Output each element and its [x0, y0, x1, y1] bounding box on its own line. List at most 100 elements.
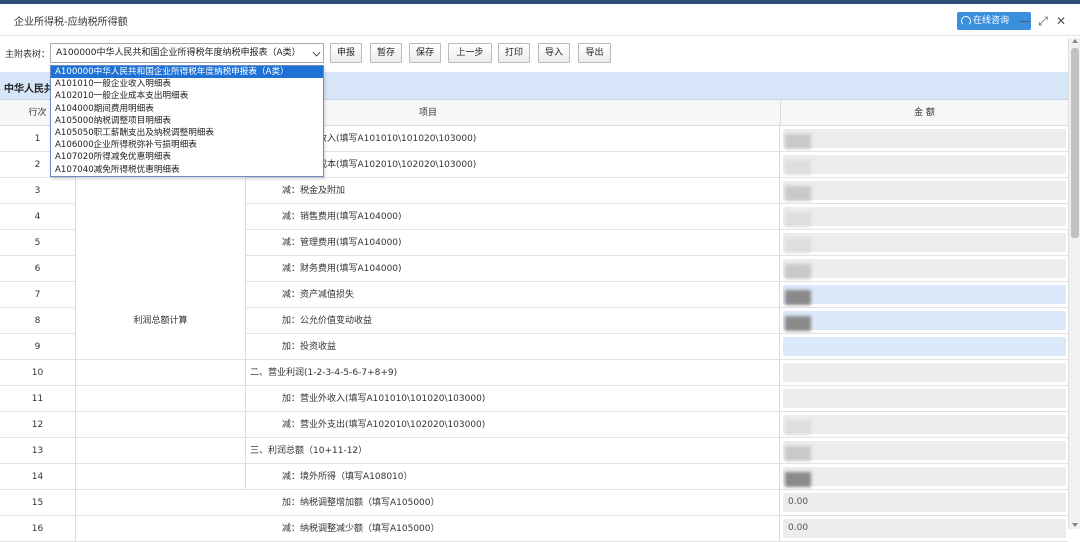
dropdown-option[interactable]: A105050职工薪酬支出及纳税调整明细表 — [51, 127, 323, 139]
row-item-label: 减：管理费用(填写A104000) — [246, 230, 780, 256]
row-number: 11 — [0, 386, 76, 412]
table-row: 15 加：纳税调整增加额（填写A105000） 0.00 — [0, 490, 1068, 516]
row-number: 16 — [0, 516, 76, 542]
row-item-label: 减：纳税调整减少额（填写A105000） — [246, 516, 780, 542]
amount-input[interactable] — [783, 285, 1066, 305]
amount-input[interactable] — [783, 441, 1066, 461]
row-number: 15 — [0, 490, 76, 516]
amount-cell — [781, 308, 1068, 334]
amount-cell — [781, 438, 1068, 464]
dropdown-option[interactable]: A102010一般企业成本支出明细表 — [51, 90, 323, 102]
row-item-label: 减：财务费用(填写A104000) — [246, 256, 780, 282]
row-item-label: 减：营业成本(填写A102010\102020\103000) — [246, 152, 780, 178]
amount-input[interactable] — [783, 233, 1066, 253]
redacted-value — [785, 420, 811, 435]
row-item-label: 加：纳税调整增加额（填写A105000） — [246, 490, 780, 516]
dropdown-option[interactable]: A105000纳税调整项目明细表 — [51, 115, 323, 127]
redacted-value — [785, 290, 811, 305]
amount-cell — [781, 230, 1068, 256]
amount-input[interactable] — [783, 311, 1066, 331]
row-item-label: 二、营业利润(1-2-3-4-5-6-7+8+9) — [246, 360, 780, 386]
dropdown-option[interactable]: A106000企业所得税弥补亏损明细表 — [51, 139, 323, 151]
vertical-scrollbar[interactable] — [1068, 38, 1080, 529]
row-item-label: 三、利润总额（10+11-12） — [246, 438, 780, 464]
amount-cell: 0.00 — [781, 516, 1068, 542]
row-item-label: 减：资产减值损失 — [246, 282, 780, 308]
amount-cell — [781, 334, 1068, 360]
amount-input[interactable] — [783, 155, 1066, 175]
row-number: 8 — [0, 308, 76, 334]
table-tree-selected: A100000中华人民共和国企业所得税年度纳税申报表（A类） — [56, 48, 301, 58]
amount-cell: 0.00 — [781, 490, 1068, 516]
redacted-value — [785, 446, 811, 461]
row-item-label: 加：营业外收入(填写A101010\101020\103000) — [246, 386, 780, 412]
amount-input[interactable] — [783, 207, 1066, 227]
scroll-down-icon[interactable] — [1072, 523, 1078, 527]
export-button[interactable]: 导出 — [578, 43, 611, 63]
table-tree-dropdown: A100000中华人民共和国企业所得税年度纳税申报表（A类） A101010一般… — [50, 65, 324, 177]
row-number: 13 — [0, 438, 76, 464]
row-number: 9 — [0, 334, 76, 360]
row-number: 7 — [0, 282, 76, 308]
window-title: 企业所得税-应纳税所得额 — [14, 17, 128, 28]
redacted-value — [785, 238, 811, 253]
group-label: 利润总额计算 — [133, 316, 188, 326]
dropdown-option[interactable]: A107040减免所得税优惠明细表 — [51, 164, 323, 176]
scrollbar-thumb[interactable] — [1071, 48, 1079, 238]
amount-cell — [781, 178, 1068, 204]
amount-input[interactable] — [783, 337, 1066, 356]
restore-icon[interactable]: ⤢ — [1036, 14, 1050, 28]
row-number: 3 — [0, 178, 76, 204]
amount-input[interactable] — [783, 129, 1066, 149]
window-titlebar: 企业所得税-应纳税所得额 在线咨询 — ⤢ ✕ — [0, 4, 1080, 36]
row-item-label: 加：投资收益 — [246, 334, 780, 360]
minimize-icon[interactable]: — — [1018, 14, 1032, 28]
amount-input[interactable] — [783, 415, 1066, 435]
dropdown-option[interactable]: A104000期间费用明细表 — [51, 103, 323, 115]
amount-cell — [781, 256, 1068, 282]
redacted-value — [785, 212, 811, 227]
dropdown-option[interactable]: A107020所得减免优惠明细表 — [51, 151, 323, 163]
amount-cell — [781, 152, 1068, 178]
temp-save-button[interactable]: 暂存 — [370, 43, 402, 63]
dropdown-option[interactable]: A100000中华人民共和国企业所得税年度纳税申报表（A类） — [51, 66, 323, 79]
previous-step-button[interactable]: 上一步 — [448, 43, 492, 63]
headset-icon — [961, 16, 971, 26]
online-consult-label: 在线咨询 — [973, 16, 1010, 26]
row-number: 14 — [0, 464, 76, 490]
close-icon[interactable]: ✕ — [1054, 14, 1068, 28]
redacted-value — [785, 134, 811, 149]
group-cell-profit-total: 利润总额计算 — [76, 152, 246, 490]
row-number: 10 — [0, 360, 76, 386]
row-number: 4 — [0, 204, 76, 230]
save-button[interactable]: 保存 — [409, 43, 441, 63]
amount-input[interactable] — [783, 259, 1066, 279]
table-tree-label: 主附表树： — [5, 50, 51, 60]
chevron-down-icon — [312, 48, 321, 57]
header-amount: 金 额 — [781, 100, 1068, 126]
row-item-label: 减：税金及附加 — [246, 178, 780, 204]
redacted-value — [785, 472, 811, 487]
declare-button[interactable]: 申报 — [330, 43, 362, 63]
amount-cell — [781, 126, 1068, 152]
amount-cell — [781, 464, 1068, 490]
print-button[interactable]: 打印 — [498, 43, 530, 63]
amount-input[interactable] — [783, 389, 1066, 408]
scroll-up-icon[interactable] — [1072, 39, 1078, 43]
row-item-label: 一、营业收入(填写A101010\101020\103000) — [246, 126, 780, 152]
redacted-value — [785, 264, 811, 279]
table-tree-select[interactable]: A100000中华人民共和国企业所得税年度纳税申报表（A类） — [50, 43, 324, 63]
row-number: 12 — [0, 412, 76, 438]
amount-input[interactable]: 0.00 — [783, 493, 1066, 512]
dropdown-option[interactable]: A101010一般企业收入明细表 — [51, 78, 323, 90]
amount-input[interactable] — [783, 181, 1066, 201]
row-item-label: 减：境外所得（填写A108010） — [246, 464, 780, 490]
import-button[interactable]: 导入 — [538, 43, 570, 63]
amount-cell — [781, 360, 1068, 386]
amount-input[interactable] — [783, 363, 1066, 382]
redacted-value — [785, 160, 811, 175]
toolbar: 主附表树： A100000中华人民共和国企业所得税年度纳税申报表（A类） 申报 … — [0, 38, 1068, 68]
amount-cell — [781, 282, 1068, 308]
row-item-label: 减：销售费用(填写A104000) — [246, 204, 780, 230]
amount-input[interactable] — [783, 467, 1066, 487]
